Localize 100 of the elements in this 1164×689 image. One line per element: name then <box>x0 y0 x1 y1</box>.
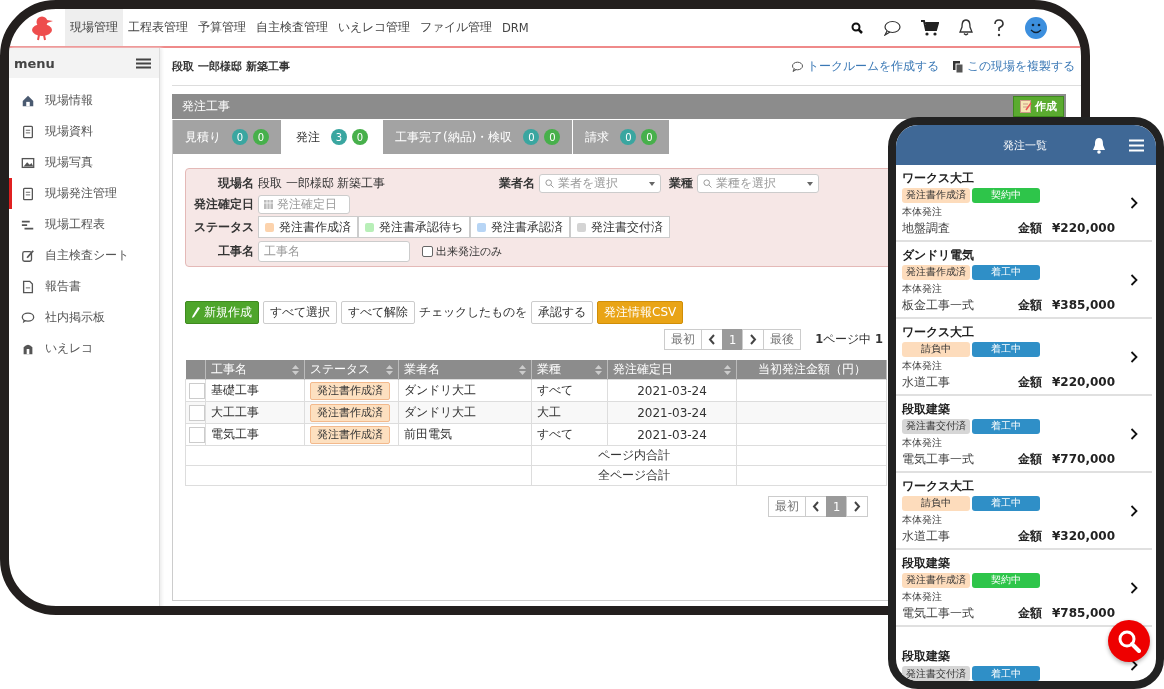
sidebar-item[interactable]: 現場情報 <box>9 85 159 116</box>
order-card[interactable]: ダンドリ電気 発注書作成済 着工中 本体発注 板金工事一式 金額 ¥385,000 <box>896 242 1152 319</box>
previous-page-button[interactable] <box>805 496 827 517</box>
table-cell: 2021-03-24 <box>607 379 737 402</box>
document-icon <box>21 186 35 201</box>
next-page-button[interactable] <box>846 496 869 517</box>
page-count: 1ページ中 1 <box>815 332 883 347</box>
bell-icon[interactable] <box>1091 136 1107 154</box>
order-card[interactable]: ワークス大工 発注書作成済 契約中 本体発注 地盤調査 金額 ¥220,000 <box>896 165 1152 242</box>
status-tag: 着工中 <box>972 495 1040 511</box>
work-name: 板金工事一式 <box>902 296 975 314</box>
nav-tab[interactable]: 予算管理 <box>193 9 251 46</box>
sidebar-item[interactable]: 現場写真 <box>9 147 159 178</box>
cart-icon[interactable] <box>921 19 939 36</box>
checkbox[interactable]: 出来発注のみ <box>422 243 502 259</box>
vendor-name: ダンドリ電気 <box>902 246 975 264</box>
sidebar-item[interactable]: 現場工程表 <box>9 209 159 240</box>
previous-page-button[interactable] <box>701 329 723 350</box>
table-cell: 電気工事 <box>205 423 305 446</box>
field-label: 発注確定日 <box>194 197 254 212</box>
status-tag: 契約中 <box>972 187 1040 203</box>
nav-tab[interactable]: 自主検査管理 <box>251 9 333 46</box>
status-tag: 請負中 <box>902 341 970 357</box>
vendor-name: ワークス大工 <box>902 477 975 495</box>
field-label: 業者名 <box>498 176 536 191</box>
help-icon[interactable] <box>993 18 1005 37</box>
sidebar-item[interactable]: 現場発注管理 <box>9 178 159 209</box>
total-label: 全ページ合計 <box>531 465 737 486</box>
menu-icon[interactable] <box>136 57 151 69</box>
sidebar-item[interactable]: 現場資料 <box>9 116 159 147</box>
chevron-left-icon <box>708 334 716 345</box>
sidebar-item[interactable]: 社内掲示板 <box>9 302 159 333</box>
work-name: 水道工事 <box>902 373 951 391</box>
sidebar-item[interactable]: いえレコ <box>9 333 159 364</box>
sort-icon <box>595 364 602 375</box>
table-cell: 2021-03-24 <box>607 423 737 446</box>
order-card[interactable]: ワークス大工 請負中 着工中 本体発注 水道工事 金額 ¥320,000 <box>896 473 1152 550</box>
work-name: 電気工事一式 <box>902 450 975 468</box>
count-badge: 0 <box>544 129 561 145</box>
status-tag: 着工中 <box>972 264 1040 280</box>
avatar-icon[interactable] <box>1025 16 1047 39</box>
checkbox[interactable] <box>189 426 205 443</box>
status-tag: 発注書作成済 <box>902 187 970 203</box>
status-tag: 発注書作成済 <box>310 425 390 444</box>
order-card[interactable]: 段取建築 発注書交付済 着工中 本体発注 電気工事一式 金額 ¥770,000 <box>896 396 1152 473</box>
sort-icon <box>386 364 393 375</box>
talk-room-link[interactable]: トークルームを作成する <box>791 58 939 75</box>
order-card[interactable]: 段取建築 発注書作成済 契約中 本体発注 電気工事一式 金額 ¥785,000 <box>896 550 1152 627</box>
nav-tab[interactable]: 工程表管理 <box>123 9 193 46</box>
caret-icon <box>807 181 814 186</box>
work-name: 電気工事一式 <box>902 604 975 622</box>
note-icon <box>1020 100 1032 113</box>
table-cell: 基礎工事 <box>205 379 305 402</box>
next-page-button[interactable] <box>742 329 765 350</box>
action-button[interactable]: 承認する <box>531 301 593 324</box>
search-icon[interactable] <box>851 21 863 34</box>
checkbox[interactable] <box>189 404 205 421</box>
status-filter-button[interactable]: 発注書承認済 <box>470 216 570 238</box>
action-button[interactable]: すべて解除 <box>341 301 415 324</box>
duplicate-link[interactable]: この現場を複製する <box>953 58 1075 75</box>
nav-tab[interactable]: いえレコ管理 <box>333 9 415 46</box>
nav-tab[interactable]: DRM <box>497 9 534 46</box>
order-card[interactable]: ワークス大工 請負中 着工中 本体発注 水道工事 金額 ¥220,000 <box>896 319 1152 396</box>
bell-icon[interactable] <box>959 19 973 36</box>
count-badge: 0 <box>641 129 658 145</box>
sidebar-item[interactable]: 報告書 <box>9 271 159 302</box>
first-page-button[interactable]: 最初 <box>664 329 702 350</box>
speech-bubble-icon <box>21 310 35 325</box>
house-icon <box>21 93 35 108</box>
status-filter-button[interactable]: 発注書承認待ち <box>358 216 470 238</box>
sidebar-item[interactable]: 自主検査シート <box>9 240 159 271</box>
search-button[interactable] <box>1108 620 1150 662</box>
order-category: 本体発注 <box>902 589 943 604</box>
vendor-name: ワークス大工 <box>902 323 975 341</box>
nav-tab[interactable]: 現場管理 <box>65 9 123 46</box>
field-label: ステータス <box>194 219 254 235</box>
status-tag: 着工中 <box>972 341 1040 357</box>
first-page-button[interactable]: 最初 <box>768 496 806 517</box>
chevron-right-icon <box>1130 274 1138 286</box>
site-name: 段取 一郎様邸 新築工事 <box>258 176 386 191</box>
last-page-button[interactable]: 最後 <box>763 329 802 350</box>
table-cell: すべて <box>531 423 608 446</box>
bird-logo <box>31 14 55 41</box>
chevron-right-icon <box>749 334 758 345</box>
chat-icon[interactable] <box>883 19 901 36</box>
sort-icon <box>724 364 731 375</box>
checkbox[interactable] <box>189 382 205 399</box>
status-tag: 請負中 <box>902 495 970 511</box>
status-filter-button[interactable]: 発注書交付済 <box>570 216 670 238</box>
status-filter-button[interactable]: 発注書作成済 <box>258 216 358 238</box>
action-button[interactable]: すべて選択 <box>263 301 337 324</box>
field-label: 業種 <box>669 176 694 191</box>
vendor-name: ワークス大工 <box>902 169 975 187</box>
page-title: 段取 一郎様邸 新築工事 <box>172 59 290 74</box>
search-icon <box>545 179 555 188</box>
screen-title: 発注一覧 <box>1003 137 1047 153</box>
edit-icon <box>21 248 35 263</box>
image-icon <box>21 155 35 170</box>
nav-tab[interactable]: ファイル管理 <box>415 9 497 46</box>
count-badge: 0 <box>253 129 269 145</box>
